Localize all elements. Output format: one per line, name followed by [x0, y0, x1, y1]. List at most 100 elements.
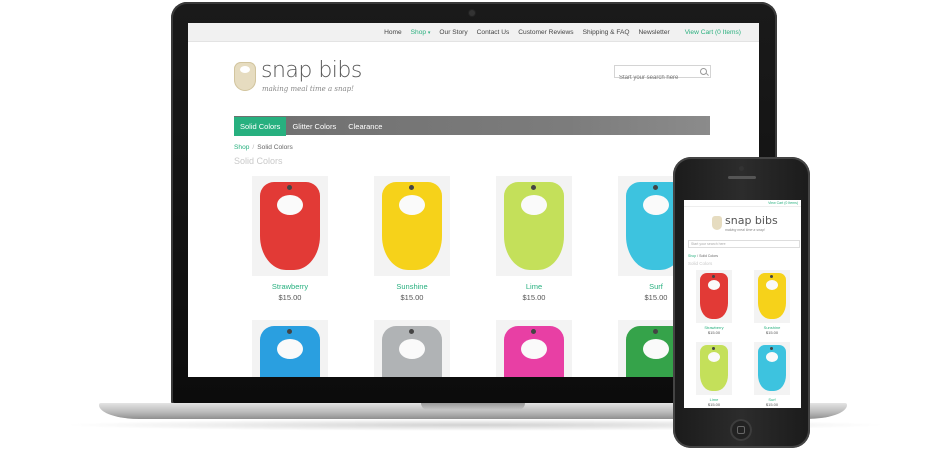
bib-picture	[260, 182, 320, 270]
site-product-card[interactable]: Strawberry $15.00	[235, 176, 345, 302]
bib-snap	[712, 347, 715, 350]
mobile-breadcrumb-current: Solid Colors	[699, 254, 718, 258]
bib-picture	[504, 182, 564, 270]
product-image[interactable]	[252, 176, 328, 276]
site-product-card[interactable]	[235, 320, 345, 377]
nav-home[interactable]: Home	[384, 29, 402, 36]
breadcrumb: Shop / Solid Colors	[234, 144, 293, 151]
phone-home-button[interactable]	[730, 419, 752, 441]
mobile-product-card[interactable]: Lime $15.00	[691, 342, 737, 407]
mobile-search-input[interactable]: Start your search here	[688, 240, 800, 248]
bib-snap	[712, 275, 715, 278]
nav-our-story[interactable]: Our Story	[439, 29, 467, 36]
search-box	[614, 65, 711, 84]
mobile-site-logo[interactable]: snap bibs making meal time a snap!	[712, 214, 801, 236]
phone-speaker	[728, 176, 756, 179]
bib-snap	[770, 275, 773, 278]
mobile-page-title: Solid Colors	[688, 261, 713, 266]
site-product-card[interactable]	[479, 320, 589, 377]
product-price: $15.00	[278, 293, 302, 302]
product-image[interactable]	[754, 270, 790, 323]
breadcrumb-current: Solid Colors	[257, 144, 293, 151]
bib-picture	[758, 273, 786, 319]
bib-neck-hole	[277, 339, 303, 359]
site-logo[interactable]: snap bibs making meal time a snap!	[234, 58, 374, 98]
product-name[interactable]: Sunshine	[357, 282, 467, 291]
product-image[interactable]	[252, 320, 328, 377]
page-title: Solid Colors	[234, 156, 283, 166]
laptop-camera	[469, 10, 475, 16]
bib-neck-hole	[399, 339, 425, 359]
bib-picture	[382, 182, 442, 270]
mobile-breadcrumb-shop[interactable]: Shop	[688, 254, 696, 258]
search-input[interactable]	[615, 72, 697, 84]
breadcrumb-shop[interactable]: Shop	[234, 144, 249, 151]
mobile-cart-link[interactable]: View Cart (0 Items)	[684, 200, 801, 207]
bib-neck-hole	[766, 352, 778, 362]
category-solid-colors[interactable]: Solid Colors	[234, 117, 287, 136]
bib-snap	[531, 185, 536, 190]
product-image[interactable]	[496, 320, 572, 377]
bib-picture	[260, 326, 320, 377]
bib-logo-icon	[712, 216, 722, 230]
bib-snap	[409, 185, 414, 190]
phone-camera	[739, 166, 744, 171]
product-image[interactable]	[754, 342, 790, 395]
mobile-logo-text: snap bibs	[725, 214, 778, 227]
bib-picture	[504, 326, 564, 377]
bib-picture	[700, 273, 728, 319]
bib-snap	[653, 329, 658, 334]
view-cart-link[interactable]: View Cart (0 Items)	[685, 29, 741, 36]
bib-neck-hole	[766, 280, 778, 290]
site-product-card[interactable]: Lime $15.00	[479, 176, 589, 302]
bib-neck-hole	[399, 195, 425, 215]
bib-picture	[700, 345, 728, 391]
bib-logo-icon	[234, 62, 256, 91]
bib-snap	[531, 329, 536, 334]
product-image[interactable]	[696, 342, 732, 395]
nav-shipping-faq[interactable]: Shipping & FAQ	[583, 29, 630, 36]
product-image[interactable]	[496, 176, 572, 276]
bib-neck-hole	[521, 339, 547, 359]
nav-contact-us[interactable]: Contact Us	[477, 29, 510, 36]
bib-snap	[653, 185, 658, 190]
product-name[interactable]: Lime	[479, 282, 589, 291]
mobile-logo-tagline: making meal time a snap!	[725, 228, 765, 232]
bib-picture	[758, 345, 786, 391]
nav-shop[interactable]: Shop ▾	[411, 29, 431, 36]
product-image[interactable]	[374, 176, 450, 276]
nav-newsletter[interactable]: Newsletter	[639, 29, 670, 36]
bib-snap	[287, 185, 292, 190]
product-image[interactable]	[696, 270, 732, 323]
mobile-product-card[interactable]: Sunshine $15.00	[749, 270, 795, 335]
site-product-card[interactable]: Sunshine $15.00	[357, 176, 467, 302]
bib-neck-hole	[643, 195, 669, 215]
phone-device: View Cart (0 Items) snap bibs making mea…	[673, 157, 810, 448]
category-glitter-colors[interactable]: Glitter Colors	[286, 117, 342, 136]
product-price: $15.00	[765, 402, 779, 407]
product-price: $15.00	[765, 330, 779, 335]
category-clearance[interactable]: Clearance	[342, 117, 388, 136]
nav-customer-reviews[interactable]: Customer Reviews	[518, 29, 573, 36]
phone-screen: View Cart (0 Items) snap bibs making mea…	[684, 200, 801, 408]
bib-snap	[770, 347, 773, 350]
logo-tagline: making meal time a snap!	[262, 85, 354, 93]
product-price: $15.00	[707, 402, 721, 407]
search-icon[interactable]	[700, 68, 707, 75]
bib-snap	[287, 329, 292, 334]
bib-neck-hole	[643, 339, 669, 359]
product-price: $15.00	[522, 293, 546, 302]
bib-neck-hole	[521, 195, 547, 215]
category-bar: Solid Colors Glitter Colors Clearance	[234, 116, 710, 136]
breadcrumb-separator: /	[252, 144, 255, 151]
product-image[interactable]	[374, 320, 450, 377]
bib-neck-hole	[277, 195, 303, 215]
chevron-down-icon: ▾	[427, 29, 431, 36]
mobile-product-card[interactable]: Surf $15.00	[749, 342, 795, 407]
mobile-product-card[interactable]: Strawberry $15.00	[691, 270, 737, 335]
product-name[interactable]: Strawberry	[235, 282, 345, 291]
mobile-breadcrumb: Shop / Solid Colors	[688, 254, 718, 258]
site-product-card[interactable]	[357, 320, 467, 377]
product-price: $15.00	[707, 330, 721, 335]
top-navigation: Home Shop ▾ Our Story Contact Us Custome…	[188, 23, 759, 42]
